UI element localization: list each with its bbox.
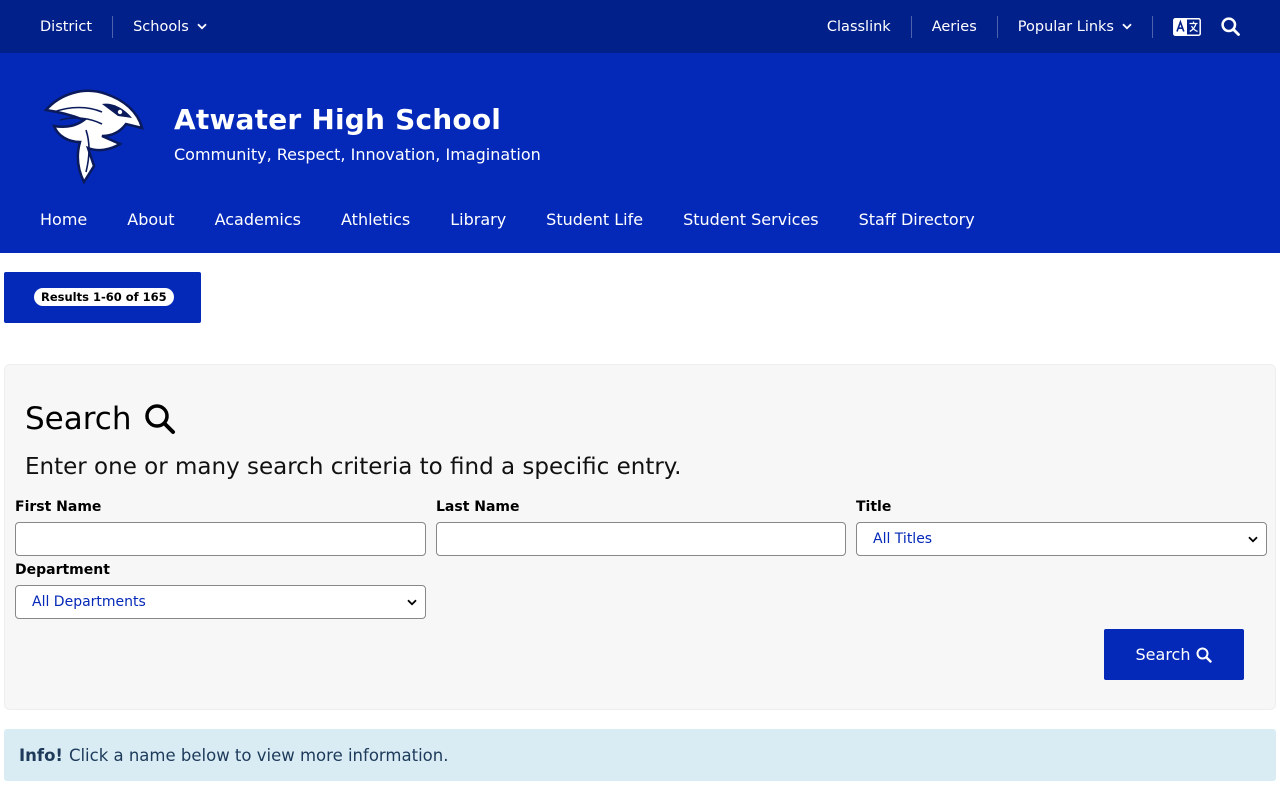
department-select-value: All Departments	[32, 594, 146, 610]
nav-item-staff-directory[interactable]: Staff Directory	[859, 210, 975, 229]
popular-links-dropdown[interactable]: Popular Links	[1018, 19, 1132, 35]
department-label: Department	[15, 562, 110, 578]
info-alert: Info! Click a name below to view more in…	[4, 729, 1276, 781]
title-label: Title	[856, 499, 892, 515]
results-count-badge: Results 1-60 of 165	[34, 288, 174, 306]
utility-divider	[1152, 15, 1153, 38]
nav-item-student-services[interactable]: Student Services	[683, 210, 819, 229]
utility-divider	[996, 15, 998, 38]
school-tagline: Community, Respect, Innovation, Imaginat…	[174, 145, 541, 164]
title-select-value: All Titles	[873, 531, 933, 547]
falcon-logo[interactable]	[40, 86, 146, 186]
utility-bar: District Schools Classlink Aeries Popula…	[0, 0, 1280, 53]
first-name-label: First Name	[15, 499, 102, 515]
results-count-box: Results 1-60 of 165	[4, 272, 201, 323]
nav-item-about[interactable]: About	[127, 210, 174, 229]
classlink-link[interactable]: Classlink	[827, 19, 891, 35]
chevron-down-icon	[1122, 23, 1132, 30]
search-button-label: Search	[1135, 645, 1191, 664]
search-description: Enter one or many search criteria to fin…	[25, 454, 682, 480]
chevron-down-icon	[1248, 536, 1258, 543]
search-icon	[144, 403, 176, 435]
utility-right-links: Classlink Aeries Popular Links	[827, 0, 1240, 53]
school-name[interactable]: Atwater High School	[174, 103, 501, 136]
schools-dropdown[interactable]: Schools	[133, 19, 207, 35]
main-nav: Home About Academics Athletics Library S…	[40, 210, 1015, 229]
nav-item-academics[interactable]: Academics	[215, 210, 301, 229]
utility-left-links: District Schools	[40, 0, 207, 53]
info-alert-text: Click a name below to view more informat…	[68, 745, 449, 765]
search-panel: Search Enter one or many search criteria…	[4, 364, 1276, 710]
last-name-input[interactable]	[436, 522, 846, 556]
search-icon[interactable]	[1221, 17, 1240, 36]
district-link[interactable]: District	[40, 19, 92, 35]
chevron-down-icon	[407, 599, 417, 606]
utility-divider	[112, 15, 114, 38]
last-name-label: Last Name	[436, 499, 520, 515]
info-alert-title: Info!	[19, 745, 63, 765]
schools-label: Schools	[133, 18, 189, 35]
aeries-link[interactable]: Aeries	[932, 19, 977, 35]
title-select[interactable]: All Titles	[856, 522, 1267, 556]
search-heading: Search	[25, 401, 176, 437]
department-select[interactable]: All Departments	[15, 585, 426, 619]
site-header: Atwater High School Community, Respect, …	[0, 53, 1280, 253]
nav-item-student-life[interactable]: Student Life	[546, 210, 643, 229]
search-icon	[1196, 647, 1213, 663]
chevron-down-icon	[197, 23, 207, 30]
translate-icon[interactable]	[1173, 17, 1201, 36]
nav-item-library[interactable]: Library	[450, 210, 506, 229]
popular-links-label: Popular Links	[1017, 18, 1114, 35]
search-button[interactable]: Search	[1104, 629, 1244, 680]
nav-item-athletics[interactable]: Athletics	[341, 210, 410, 229]
utility-divider	[910, 15, 912, 38]
search-heading-text: Search	[25, 401, 132, 437]
first-name-input[interactable]	[15, 522, 426, 556]
nav-item-home[interactable]: Home	[40, 210, 87, 229]
